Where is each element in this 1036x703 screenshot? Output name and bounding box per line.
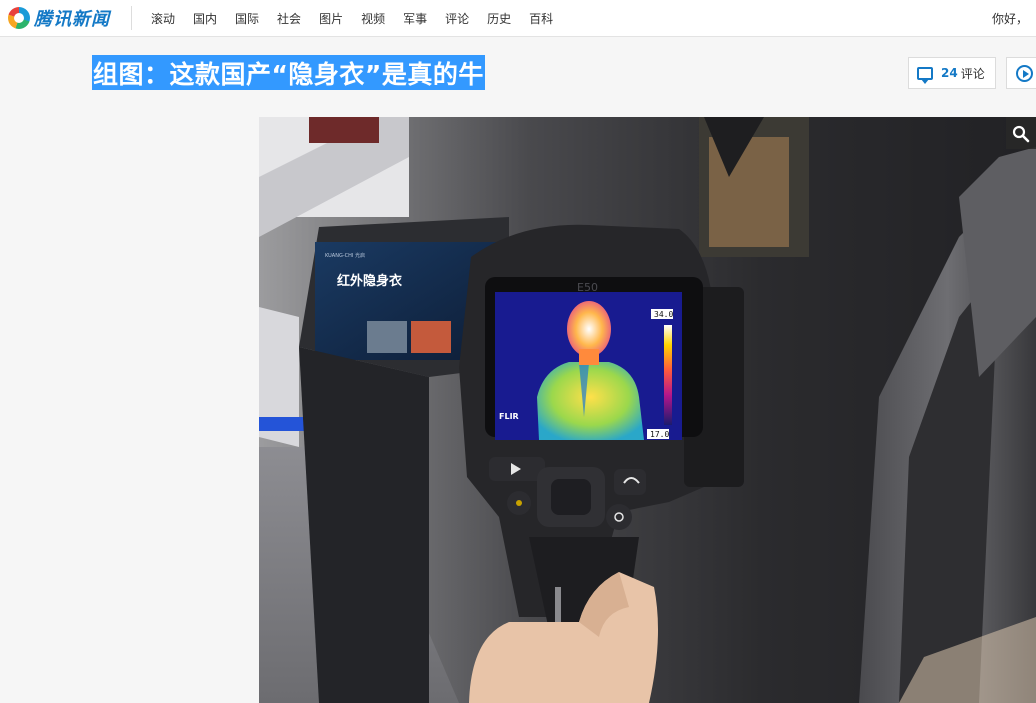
thermal-camera-photo: 红外隐身衣 KUANG-CHI 光启 E50 34.0 17.0 FLIR (259, 117, 1036, 703)
nav-item-encyclopedia[interactable]: 百科 (529, 10, 553, 27)
comment-count: 24 (941, 66, 958, 80)
site-logo[interactable]: 腾讯新闻 (8, 5, 110, 31)
zoom-icon (1012, 125, 1030, 143)
comment-label: 评论 (960, 66, 985, 81)
gallery-photo[interactable]: 红外隐身衣 KUANG-CHI 光启 E50 34.0 17.0 FLIR (259, 117, 1036, 703)
nav-item-video[interactable]: 视频 (361, 10, 385, 27)
zoom-button[interactable] (1006, 117, 1036, 149)
logo-icon (8, 7, 30, 29)
slideshow-play-button[interactable] (1006, 57, 1036, 89)
nav-item-scroll[interactable]: 滚动 (151, 10, 175, 27)
nav-item-pictures[interactable]: 图片 (319, 10, 343, 27)
panel-brand: KUANG-CHI 光启 (325, 252, 365, 259)
nav-item-commentary[interactable]: 评论 (445, 10, 469, 27)
title-highlight: 组图：这款国产“隐身衣”是真的牛 (92, 55, 485, 90)
nav-divider (131, 6, 132, 30)
nav-item-military[interactable]: 军事 (403, 10, 427, 27)
panel-title: 红外隐身衣 (337, 273, 402, 289)
channel-nav: 滚动 国内 国际 社会 图片 视频 军事 评论 历史 百科 (151, 0, 571, 37)
top-nav-bar: 腾讯新闻 滚动 国内 国际 社会 图片 视频 军事 评论 历史 百科 你好， (0, 0, 1036, 37)
logo-text: 腾讯新闻 (34, 9, 110, 30)
play-icon (1016, 65, 1033, 82)
temp-min-label: 17.0 (650, 430, 669, 439)
page-title: 组图：这款国产“隐身衣”是真的牛 (93, 59, 484, 89)
comment-button[interactable]: 24 评论 (908, 57, 996, 89)
camera-brand: FLIR (499, 412, 519, 421)
temp-max-label: 34.0 (654, 310, 673, 319)
nav-item-international[interactable]: 国际 (235, 10, 259, 27)
nav-item-society[interactable]: 社会 (277, 10, 301, 27)
nav-item-domestic[interactable]: 国内 (193, 10, 217, 27)
user-greeting[interactable]: 你好， (992, 10, 1028, 27)
nav-item-history[interactable]: 历史 (487, 10, 511, 27)
comment-icon (917, 66, 933, 84)
